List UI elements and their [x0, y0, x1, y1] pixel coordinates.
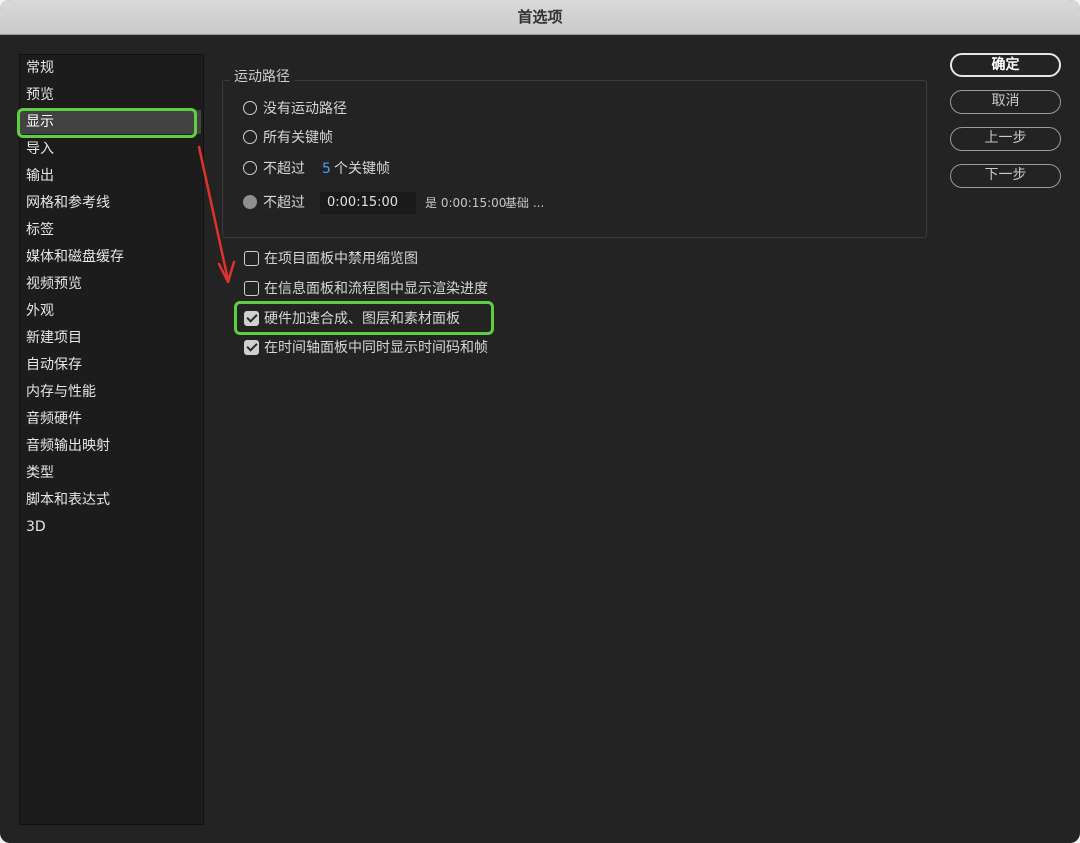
sidebar-item-general[interactable]: 常规 [26, 56, 54, 80]
radio-label: 所有关键帧 [263, 130, 333, 146]
preferences-window: 首选项 常规 预览 显示 导入 输出 网格和参考线 标签 媒体和磁盘缓存 视频预… [0, 0, 1080, 843]
sidebar-item-3d[interactable]: 3D [26, 515, 46, 539]
duration-timecode-field[interactable]: 0:00:15:00 [320, 192, 416, 214]
radio-circle-icon[interactable] [243, 161, 257, 175]
checkbox-label: 在时间轴面板中同时显示时间码和帧 [264, 340, 488, 356]
sidebar-item-audio-output-mapping[interactable]: 音频输出映射 [26, 434, 110, 458]
motion-path-title: 运动路径 [230, 68, 294, 86]
checkbox-label: 在项目面板中禁用缩览图 [264, 251, 418, 267]
sidebar-item-type[interactable]: 类型 [26, 461, 54, 485]
window-title: 首选项 [517, 8, 563, 26]
radio-circle-icon[interactable] [243, 195, 257, 209]
checkbox-label: 硬件加速合成、图层和素材面板 [264, 311, 460, 327]
sidebar-item-grids-guides[interactable]: 网格和参考线 [26, 191, 110, 215]
sidebar-item-media-disk-cache[interactable]: 媒体和磁盘缓存 [26, 245, 124, 269]
checkbox-checked-icon[interactable] [244, 340, 259, 355]
sidebar-item-auto-save[interactable]: 自动保存 [26, 353, 82, 377]
sidebar-item-display[interactable]: 显示 [20, 110, 201, 134]
duration-base-note: 基础 ... [505, 196, 545, 210]
sidebar-item-import[interactable]: 导入 [26, 137, 54, 161]
sidebar-item-appearance[interactable]: 外观 [26, 299, 54, 323]
ok-button[interactable]: 确定 [950, 53, 1061, 77]
radio-label: 没有运动路径 [263, 101, 347, 117]
checkbox-label: 在信息面板和流程图中显示渲染进度 [264, 281, 488, 297]
next-button[interactable]: 下一步 [950, 164, 1061, 188]
sidebar-item-scripting-expressions[interactable]: 脚本和表达式 [26, 488, 110, 512]
title-bar: 首选项 [0, 0, 1080, 35]
sidebar-item-labels[interactable]: 标签 [26, 218, 54, 242]
keyframe-count-suffix: 个关键帧 [334, 161, 390, 177]
sidebar-item-video-preview[interactable]: 视频预览 [26, 272, 82, 296]
previous-button[interactable]: 上一步 [950, 127, 1061, 151]
duration-note: 是 0:00:15:00 [425, 196, 507, 210]
checkbox-checked-icon[interactable] [244, 311, 259, 326]
sidebar-item-memory-performance[interactable]: 内存与性能 [26, 380, 96, 404]
radio-circle-icon[interactable] [243, 101, 257, 115]
checkbox-icon[interactable] [244, 251, 259, 266]
radio-circle-icon[interactable] [243, 130, 257, 144]
keyframe-count-value[interactable]: 5 [322, 159, 331, 179]
cancel-button[interactable]: 取消 [950, 90, 1061, 114]
radio-label: 不超过 [263, 195, 305, 211]
sidebar-item-output[interactable]: 输出 [26, 164, 54, 188]
sidebar-item-previews[interactable]: 预览 [26, 83, 54, 107]
sidebar-item-audio-hardware[interactable]: 音频硬件 [26, 407, 82, 431]
sidebar-item-new-project[interactable]: 新建项目 [26, 326, 82, 350]
checkbox-icon[interactable] [244, 281, 259, 296]
radio-label: 不超过 [263, 161, 305, 177]
category-sidebar: 常规 预览 显示 导入 输出 网格和参考线 标签 媒体和磁盘缓存 视频预览 外观… [19, 54, 204, 825]
